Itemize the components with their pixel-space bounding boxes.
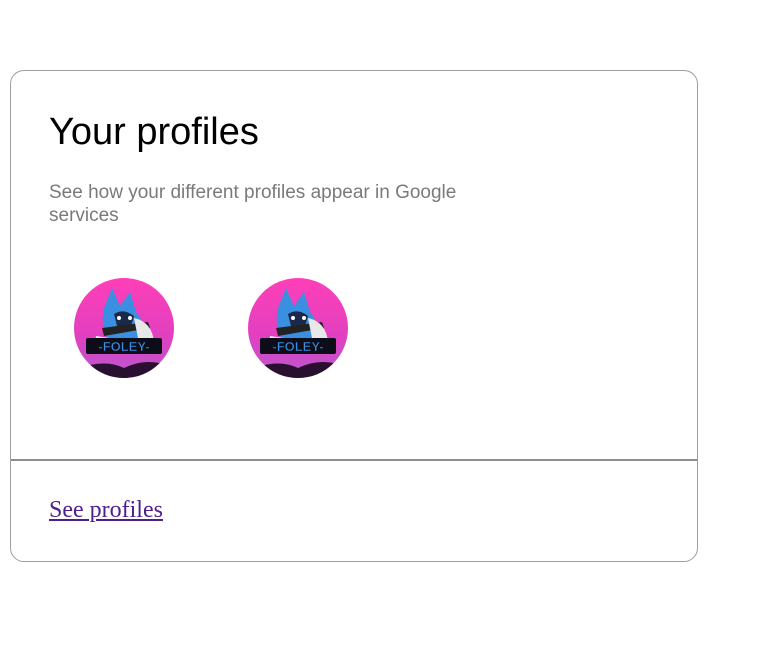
profiles-card: Your profiles See how your different pro… xyxy=(10,70,698,562)
avatar-text: -FOLEY- xyxy=(272,339,323,354)
avatar-text: -FOLEY- xyxy=(98,339,149,354)
card-title: Your profiles xyxy=(49,111,259,153)
profile-avatar-2[interactable]: -FOLEY- xyxy=(248,278,348,378)
profile-avatar-1[interactable]: -FOLEY- xyxy=(74,278,174,378)
wolf-gamer-avatar-icon: -FOLEY- xyxy=(248,278,348,378)
card-divider xyxy=(11,459,697,461)
wolf-gamer-avatar-icon: -FOLEY- xyxy=(74,278,174,378)
see-profiles-link[interactable]: See profiles xyxy=(49,495,163,525)
card-subtitle: See how your different profiles appear i… xyxy=(49,182,457,226)
